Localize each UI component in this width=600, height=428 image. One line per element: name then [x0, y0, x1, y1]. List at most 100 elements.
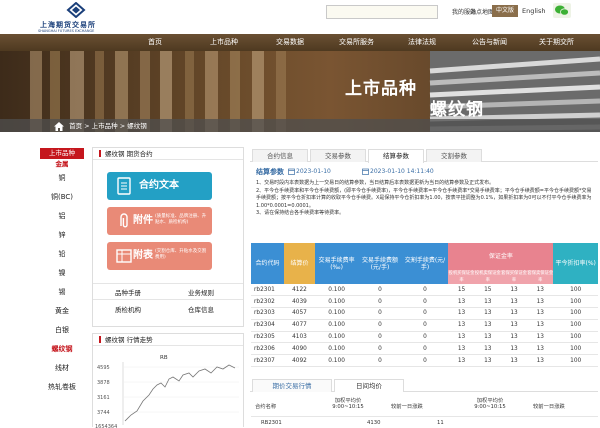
col-hedge-sell: 套保卖保证金率 [527, 270, 554, 284]
warehouse-info-link[interactable]: 仓库信息 [188, 304, 214, 314]
trend-panel: 螺纹钢 行情走势 RB 4595 3878 3161 3744 1654364 [92, 333, 244, 428]
breadcrumb-home[interactable]: 首页 [69, 122, 82, 130]
col-delivery-fee: 交割手续费(元/手) [401, 243, 449, 284]
table-row: rb2303 4057 0.100 0 0 13 13 13 13 100 [251, 307, 598, 320]
tab-settlement-params[interactable]: 结算参数 [368, 149, 424, 163]
nav-trade-data[interactable]: 交易数据 [276, 34, 304, 51]
attachment-button[interactable]: 附件 (质量标准、品牌注册、升贴水、质检机构) [107, 207, 212, 235]
contract-panel: 螺纹钢 期货合约 合约文本 附件 (质量标准、品牌注册、升贴水、质检机构) 附表… [92, 147, 244, 327]
table-cell: rb2305 [251, 331, 285, 344]
table-cell: 0.100 [314, 331, 359, 344]
nav-services[interactable]: 交易所服务 [339, 34, 374, 51]
exchange-logo[interactable]: 上海期货交易所 SHANGHAI FUTURES EXCHANGE [38, 0, 108, 34]
schedule-button[interactable]: 附表 (交割仓库、升贴水及交割费用) [107, 242, 212, 270]
document-icon [117, 177, 131, 195]
trend-chart[interactable]: RB 4595 3878 3161 3744 1654364 [93, 347, 243, 428]
table-cell: 4092 [284, 354, 315, 368]
nav-laws[interactable]: 法律法规 [408, 34, 436, 51]
tab-daily-average[interactable]: 日间均价 [334, 379, 404, 392]
table-row: rb2304 4077 0.100 0 0 13 13 13 13 100 [251, 319, 598, 332]
col-change-2: 较前一日涨跌 [533, 404, 565, 410]
home-icon [54, 121, 64, 131]
paperclip-icon [120, 213, 128, 228]
tab-trading-params[interactable]: 交易参数 [310, 149, 366, 162]
table-cell: 4039 [284, 295, 315, 309]
table-cell: 13 [527, 354, 554, 368]
sidebar-item-7[interactable]: 黄金 [40, 302, 84, 321]
business-rules-link[interactable]: 业务规则 [188, 287, 214, 297]
sidebar-item-10[interactable]: 线材 [40, 359, 84, 378]
lang-chinese-button[interactable]: 中文版 [492, 5, 518, 17]
price-tabs: 期价交易行情 日间均价 [250, 377, 598, 392]
nav-about[interactable]: 关于期交所 [539, 34, 574, 51]
logo-english-name: SHANGHAI FUTURES EXCHANGE [38, 29, 95, 33]
table-cell: 100 [553, 295, 598, 309]
sidebar-category-metals[interactable]: 金属 [40, 159, 84, 169]
col-margin-group: 保证金率 [448, 243, 554, 270]
sidebar-item-3[interactable]: 锌 [40, 226, 84, 245]
search-input[interactable] [326, 5, 438, 19]
nav-news[interactable]: 公告与新闻 [472, 34, 507, 51]
settlement-table: 合约代码 结算价 交易手续费率(‰) 交易手续费额(元/手) 交割手续费(元/手… [251, 243, 598, 368]
sitemap-link[interactable]: 站点地图 [470, 7, 494, 16]
tab-delivery-params[interactable]: 交割参数 [426, 149, 482, 162]
table-cell: 0 [401, 354, 449, 368]
sidebar-item-9[interactable]: 螺纹钢 [40, 340, 84, 359]
table-cell: 100 [553, 319, 598, 332]
inspection-agency-link[interactable]: 质检机构 [115, 304, 141, 314]
table-row: rb2302 4039 0.100 0 0 13 13 13 13 100 [251, 295, 598, 309]
logo-mark-icon [66, 2, 86, 18]
nav-products[interactable]: 上市品种 [210, 34, 238, 51]
top-bar: 上海期货交易所 SHANGHAI FUTURES EXCHANGE 我的服务 站… [0, 0, 600, 34]
col-spec-buy: 投机买保证金率 [448, 270, 475, 284]
table-cell: 13 [474, 307, 501, 320]
table-cell: 13 [527, 307, 554, 320]
nav-home[interactable]: 首页 [148, 34, 162, 51]
table-cell: 0 [401, 319, 449, 332]
table-icon [116, 249, 132, 263]
contract-text-button[interactable]: 合约文本 [107, 172, 212, 200]
table-cell: 4103 [284, 331, 315, 344]
table-cell: 13 [500, 342, 528, 356]
table-cell: 0 [358, 284, 402, 297]
row-avg-price: 4130 [367, 420, 381, 426]
table-cell: 0 [358, 342, 402, 356]
calendar-icon[interactable] [288, 168, 295, 175]
table-cell: 13 [500, 307, 528, 320]
col-contract-name: 合约名称 [255, 404, 277, 410]
table-cell: 13 [448, 342, 475, 356]
col-discount-rate: 平今折扣率(%) [553, 243, 598, 284]
attachment-label: 附件 [133, 215, 153, 226]
product-sidebar: 上市品种 金属 铜铜(BC) 铝锌铅镍锡黄金 白银 螺纹钢 线材 热轧卷板 [40, 148, 88, 397]
lang-english-link[interactable]: English [522, 7, 545, 15]
tab-contract-info[interactable]: 合约信息 [252, 149, 308, 162]
breadcrumb-products[interactable]: 上市品种 [92, 122, 118, 130]
sidebar-item-11[interactable]: 热轧卷板 [40, 378, 84, 397]
sidebar-item-2[interactable]: 铝 [40, 207, 84, 226]
table-cell: rb2301 [251, 284, 285, 297]
table-cell: rb2303 [251, 307, 285, 320]
schedule-label: 附表 [133, 250, 153, 261]
main-nav: 首页 上市品种 交易数据 交易所服务 法律法规 公告与新闻 关于期交所 [0, 34, 600, 51]
sidebar-item-6[interactable]: 锡 [40, 283, 84, 302]
sidebar-item-5[interactable]: 镍 [40, 264, 84, 283]
sidebar-item-0[interactable]: 铜 [40, 169, 84, 188]
table-cell: 0 [358, 354, 402, 368]
calendar-icon[interactable] [362, 168, 369, 175]
y-tick-4: 1654364 [95, 424, 117, 428]
table-cell: 0 [358, 295, 402, 309]
table-cell: 0 [358, 331, 402, 344]
table-cell: 13 [448, 319, 475, 332]
sidebar-item-4[interactable]: 铅 [40, 245, 84, 264]
table-cell: 13 [474, 331, 501, 344]
product-manual-link[interactable]: 品种手册 [115, 287, 141, 297]
table-cell: 100 [553, 331, 598, 344]
tab-trade-quotes[interactable]: 期价交易行情 [252, 379, 332, 392]
wechat-icon[interactable] [553, 3, 571, 18]
sidebar-item-8[interactable]: 白银 [40, 321, 84, 340]
trend-series-label: RB [160, 355, 168, 361]
note-paragraph: 2、平今仓手续费率和平今仓手续费额，(即平今仓手续费率)，平今仓手续费率=平今仓… [256, 187, 592, 209]
table-cell: 15 [448, 284, 475, 297]
sidebar-item-1[interactable]: 铜(BC) [40, 188, 84, 207]
table-cell: rb2307 [251, 354, 285, 368]
